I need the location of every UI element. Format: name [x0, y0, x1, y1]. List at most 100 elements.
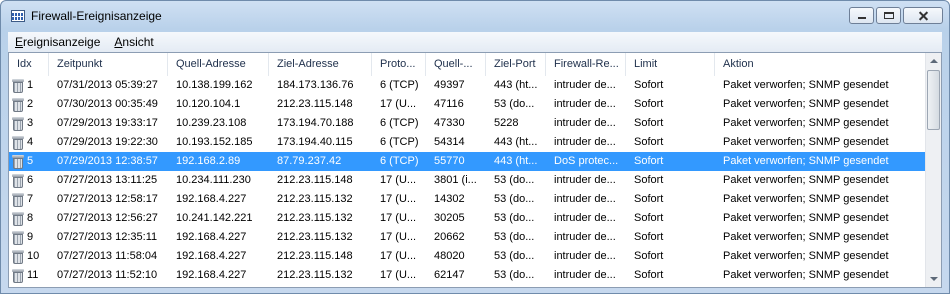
cell-idx: 5	[9, 152, 49, 171]
cell-quell-port: 49397	[434, 79, 465, 91]
cell-ziel-adresse: 173.194.70.188	[277, 117, 354, 129]
table-row[interactable]: 1 07/31/2013 05:39:27 10.138.199.162 184.17…	[9, 76, 927, 95]
title-bar[interactable]: Firewall-Ereignisanzeige	[1, 1, 949, 32]
table-row[interactable]: 11 07/27/2013 11:52:10 192.168.4.227 212.23…	[9, 266, 927, 285]
cell-quell-port: 48020	[434, 250, 465, 262]
cell-zeitpunkt: 07/27/2013 12:58:17	[57, 193, 158, 205]
column-firewall-regel[interactable]: Firewall-Re...	[546, 53, 626, 76]
table-row[interactable]: 8 07/27/2013 12:56:27 10.241.142.221 212.23…	[9, 209, 927, 228]
cell-aktion: Paket verworfen; SNMP gesendet	[723, 212, 889, 224]
cell-ziel-port: 53 (do...	[494, 269, 535, 281]
cell-quell-adresse: 192.168.4.227	[176, 250, 247, 262]
cell-idx: 2	[9, 95, 49, 114]
cell-aktion: Paket verworfen; SNMP gesendet	[723, 174, 889, 186]
cell-ziel-adresse: 87.79.237.42	[277, 155, 342, 167]
cell-zeitpunkt: 07/27/2013 11:52:10	[57, 269, 158, 281]
cell-aktion: Paket verworfen; SNMP gesendet	[723, 193, 889, 205]
cell-ziel-port: 443 (ht...	[494, 79, 538, 91]
trash-icon	[12, 154, 24, 169]
cell-ziel-adresse: 173.194.40.115	[277, 136, 353, 148]
column-quell-port[interactable]: Quell-...	[426, 53, 486, 76]
cell-quell-port: 20662	[434, 231, 465, 243]
cell-ziel-adresse: 212.23.115.132	[277, 193, 353, 205]
row-index: 11	[27, 269, 39, 281]
cell-ziel-adresse: 184.173.136.76	[277, 79, 354, 91]
cell-limit: Sofort	[634, 193, 664, 205]
cell-firewall-regel: intruder de...	[554, 212, 616, 224]
cell-ziel-port: 53 (do...	[494, 174, 535, 186]
cell-quell-adresse: 192.168.4.227	[176, 269, 247, 281]
table-row[interactable]: 9 07/27/2013 12:35:11 192.168.4.227 212.23.…	[9, 228, 927, 247]
cell-firewall-regel: intruder de...	[554, 117, 616, 129]
column-ziel-adresse[interactable]: Ziel-Adresse	[269, 53, 372, 76]
cell-firewall-regel: intruder de...	[554, 231, 616, 243]
table-row[interactable]: 5 07/29/2013 12:38:57 192.168.2.89 87.79.23…	[9, 152, 927, 171]
cell-ziel-port: 53 (do...	[494, 212, 535, 224]
column-aktion[interactable]: Aktion	[715, 53, 941, 76]
table-row[interactable]: 4 07/29/2013 19:22:30 10.193.152.185 173.19…	[9, 133, 927, 152]
cell-idx: 1	[9, 76, 49, 95]
column-quell-adresse[interactable]: Quell-Adresse	[168, 53, 269, 76]
cell-protokoll: 17 (U...	[380, 174, 417, 186]
row-index: 2	[27, 98, 34, 110]
menu-ereignisanzeige[interactable]: Ereignisanzeige	[8, 32, 107, 52]
menu-ansicht[interactable]: Ansicht	[107, 32, 160, 52]
cell-zeitpunkt: 07/30/2013 00:35:49	[57, 98, 158, 110]
cell-firewall-regel: intruder de...	[554, 250, 616, 262]
scroll-down-arrow-icon[interactable]	[926, 270, 941, 287]
cell-ziel-adresse: 212.23.115.148	[277, 250, 353, 262]
cell-protokoll: 6 (TCP)	[380, 79, 419, 91]
cell-ziel-adresse: 212.23.115.132	[277, 269, 353, 281]
cell-firewall-regel: intruder de...	[554, 79, 616, 91]
cell-idx: 6	[9, 171, 49, 190]
cell-quell-port: 3801 (i...	[434, 174, 477, 186]
cell-aktion: Paket verworfen; SNMP gesendet	[723, 98, 889, 110]
cell-quell-port: 14302	[434, 193, 465, 205]
column-protokoll[interactable]: Proto...	[372, 53, 426, 76]
cell-quell-adresse: 10.239.23.108	[176, 117, 247, 129]
row-index: 10	[27, 250, 40, 262]
cell-limit: Sofort	[634, 212, 664, 224]
cell-aktion: Paket verworfen; SNMP gesendet	[723, 155, 889, 167]
cell-ziel-adresse: 212.23.115.148	[277, 98, 353, 110]
minimize-button[interactable]	[849, 7, 874, 24]
cell-protokoll: 17 (U...	[380, 269, 417, 281]
column-idx[interactable]: Idx	[9, 53, 49, 76]
caption-buttons	[849, 7, 943, 24]
cell-idx: 7	[9, 190, 49, 209]
event-list[interactable]: Idx Zeitpunkt Quell-Adresse Ziel-Adresse…	[8, 52, 942, 288]
close-button[interactable]	[903, 7, 943, 24]
menu-bar: Ereignisanzeige Ansicht	[8, 32, 942, 52]
cell-idx: 10	[9, 247, 49, 266]
table-row[interactable]: 2 07/30/2013 00:35:49 10.120.104.1 212.23.1…	[9, 95, 927, 114]
cell-protokoll: 17 (U...	[380, 212, 417, 224]
window-title: Firewall-Ereignisanzeige	[31, 9, 162, 23]
trash-icon	[12, 268, 24, 283]
table-row[interactable]: 6 07/27/2013 13:11:25 10.234.111.230 212.23…	[9, 171, 927, 190]
cell-aktion: Paket verworfen; SNMP gesendet	[723, 117, 889, 129]
table-row[interactable]: 10 07/27/2013 11:58:04 192.168.4.227 212.23…	[9, 247, 927, 266]
cell-ziel-port: 53 (do...	[494, 193, 535, 205]
cell-zeitpunkt: 07/29/2013 19:22:30	[57, 136, 158, 148]
cell-quell-port: 55770	[434, 155, 465, 167]
cell-quell-adresse: 10.120.104.1	[176, 98, 241, 110]
column-limit[interactable]: Limit	[626, 53, 715, 76]
scrollbar-thumb[interactable]	[927, 70, 940, 130]
cell-aktion: Paket verworfen; SNMP gesendet	[723, 231, 889, 243]
table-row[interactable]: 3 07/29/2013 19:33:17 10.239.23.108 173.194…	[9, 114, 927, 133]
table-row[interactable]: 7 07/27/2013 12:58:17 192.168.4.227 212.23.…	[9, 190, 927, 209]
cell-idx: 3	[9, 114, 49, 133]
scroll-up-arrow-icon[interactable]	[926, 53, 941, 70]
cell-protokoll: 6 (TCP)	[380, 155, 419, 167]
cell-quell-port: 54314	[434, 136, 465, 148]
cell-ziel-port: 443 (ht...	[494, 155, 538, 167]
maximize-button[interactable]	[876, 7, 901, 24]
trash-icon	[12, 78, 24, 93]
cell-limit: Sofort	[634, 117, 664, 129]
vertical-scrollbar[interactable]	[925, 53, 941, 287]
cell-protokoll: 6 (TCP)	[380, 136, 419, 148]
column-ziel-port[interactable]: Ziel-Port	[486, 53, 546, 76]
cell-zeitpunkt: 07/27/2013 12:35:11	[57, 231, 158, 243]
column-zeitpunkt[interactable]: Zeitpunkt	[49, 53, 168, 76]
row-index: 3	[27, 117, 34, 129]
